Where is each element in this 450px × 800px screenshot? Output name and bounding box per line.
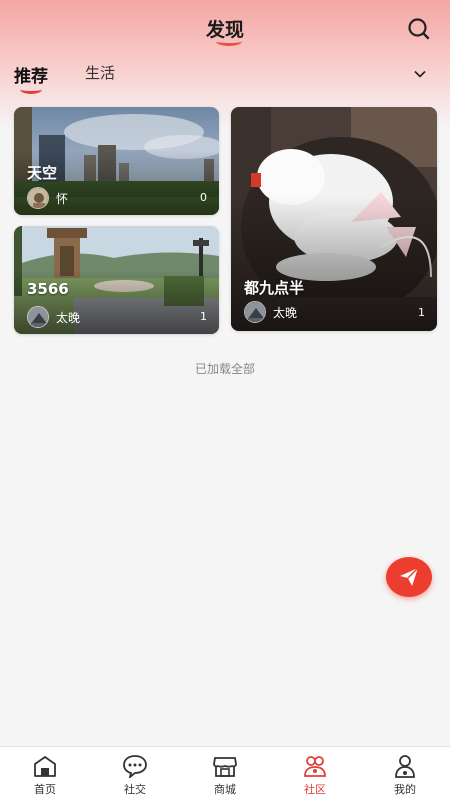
publish-button[interactable] bbox=[386, 557, 432, 597]
tabs-expand-button[interactable] bbox=[412, 66, 428, 82]
nav-label: 首页 bbox=[34, 783, 56, 796]
title-bar: 发现 bbox=[0, 0, 450, 56]
category-tabs: 推荐 生活 bbox=[0, 58, 450, 94]
nav-home[interactable]: 首页 bbox=[0, 747, 90, 800]
nav-profile[interactable]: 我的 bbox=[360, 747, 450, 800]
feed-end-text: 已加载全部 bbox=[194, 362, 255, 376]
nav-label: 社区 bbox=[304, 783, 326, 796]
post-card[interactable]: 天空 怀 0 bbox=[14, 107, 219, 215]
avatar bbox=[27, 187, 49, 209]
user-icon bbox=[395, 755, 415, 778]
nav-label: 我的 bbox=[394, 783, 416, 796]
nav-label: 商城 bbox=[214, 783, 236, 796]
author-name: 怀 bbox=[56, 191, 69, 206]
chevron-down-icon bbox=[414, 70, 426, 78]
post-title: 都九点半 bbox=[244, 279, 305, 297]
avatar bbox=[27, 306, 49, 328]
nav-store[interactable]: 商城 bbox=[180, 747, 270, 800]
post-author[interactable]: 太晚 bbox=[244, 301, 297, 323]
tab-life[interactable]: 生活 bbox=[85, 62, 115, 83]
avatar bbox=[244, 301, 266, 323]
home-icon bbox=[34, 756, 56, 777]
page-title: 发现 bbox=[206, 15, 244, 46]
author-name: 太晚 bbox=[56, 310, 81, 325]
post-count: 1 bbox=[418, 306, 425, 319]
search-button[interactable] bbox=[406, 16, 432, 42]
post-card[interactable]: 都九点半 太晚 1 bbox=[231, 107, 437, 331]
post-author[interactable]: 太晚 bbox=[27, 306, 80, 328]
nav-label: 社交 bbox=[124, 783, 146, 796]
author-name: 太晚 bbox=[273, 305, 298, 320]
paper-plane-icon bbox=[400, 567, 419, 586]
post-card[interactable]: 3566 太晚 1 bbox=[14, 226, 219, 334]
post-title: 3566 bbox=[27, 280, 69, 298]
store-icon bbox=[213, 757, 237, 777]
post-count: 0 bbox=[200, 191, 207, 204]
community-icon bbox=[304, 756, 326, 777]
bottom-nav: 首页 社交 商城 社区 我的 bbox=[0, 746, 450, 800]
post-count: 1 bbox=[200, 310, 207, 323]
search-icon bbox=[408, 18, 430, 40]
chat-bubble-icon bbox=[123, 755, 147, 778]
tab-recommend[interactable]: 推荐 bbox=[14, 62, 48, 94]
nav-social[interactable]: 社交 bbox=[90, 747, 180, 800]
post-author[interactable]: 怀 bbox=[27, 187, 68, 209]
nav-community[interactable]: 社区 bbox=[270, 747, 360, 800]
post-title: 天空 bbox=[27, 164, 58, 182]
